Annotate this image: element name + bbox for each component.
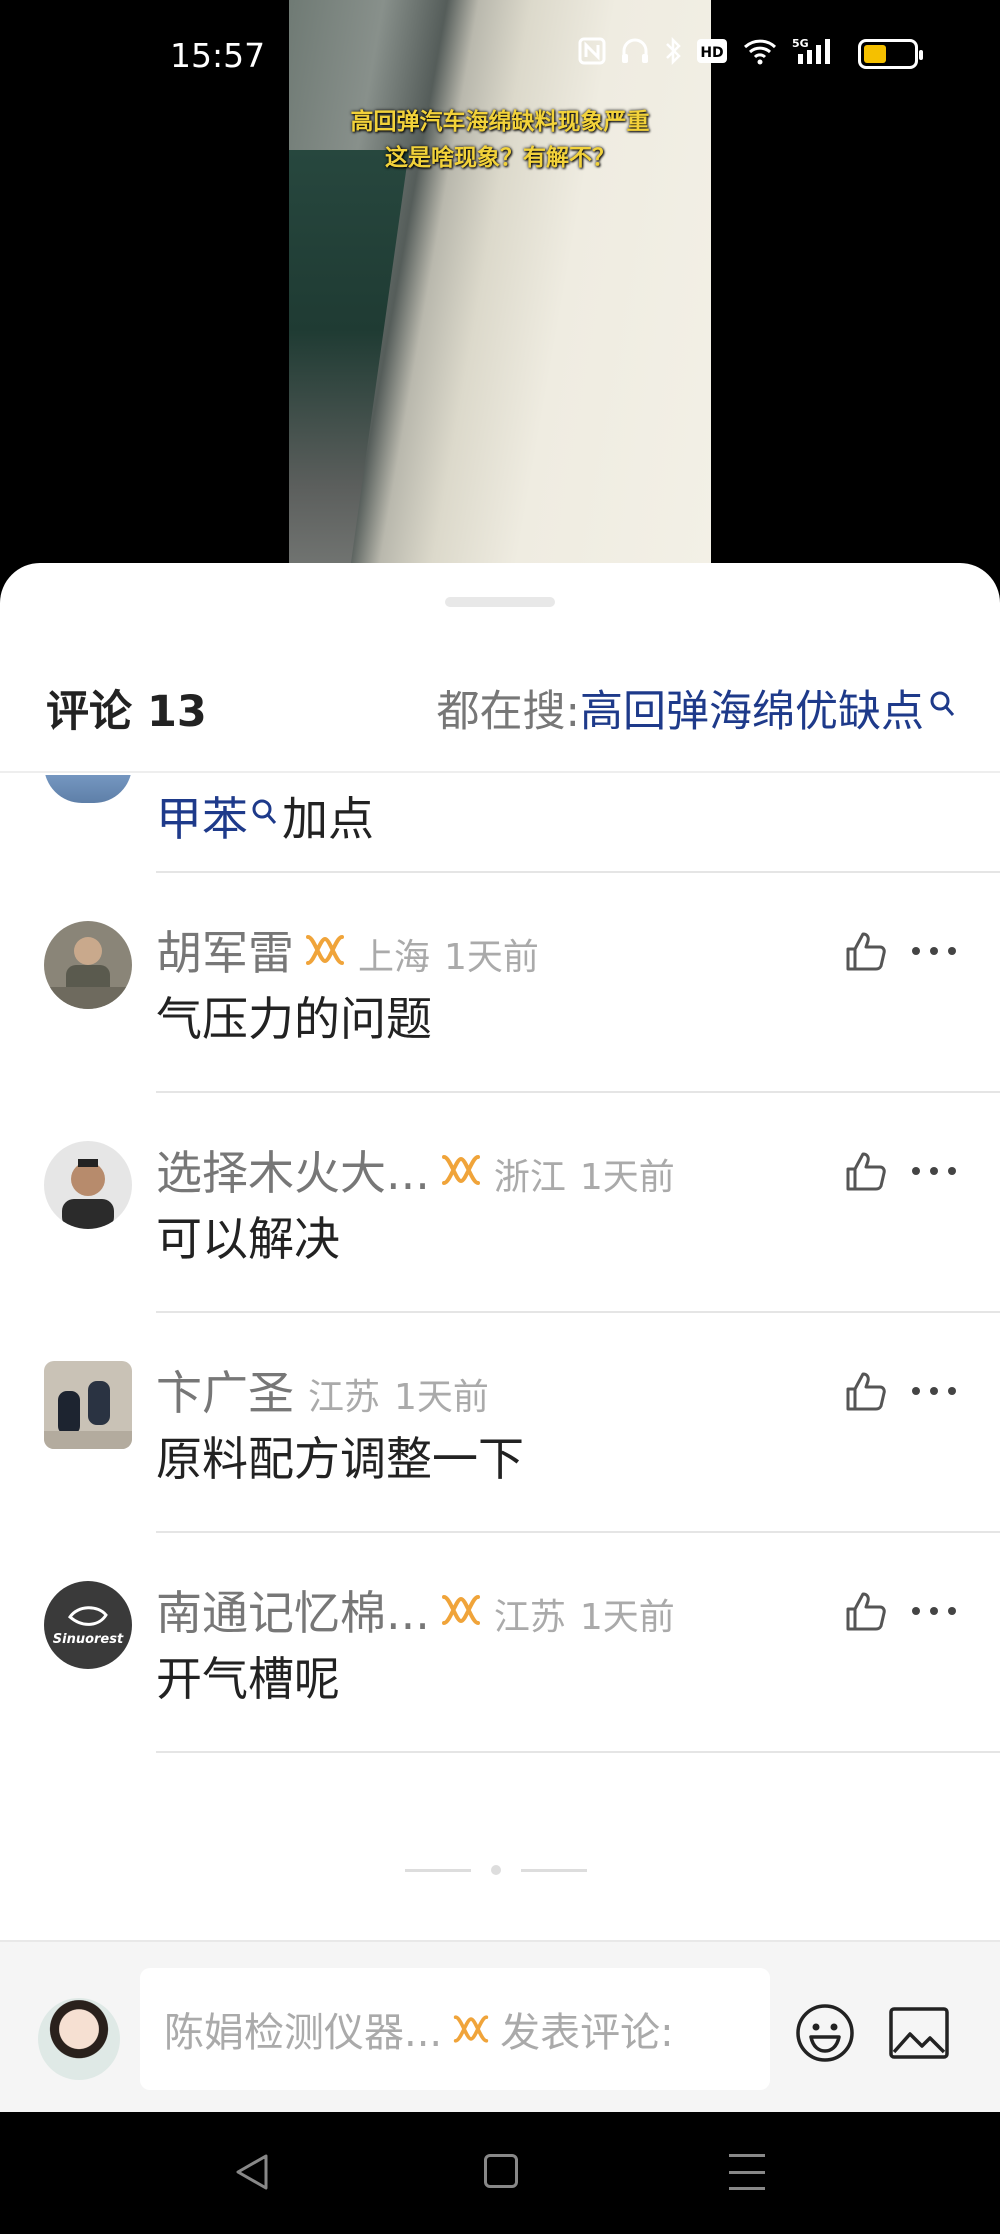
- comment-text: 可以解决: [156, 1212, 340, 1266]
- bluetooth-icon: [664, 36, 682, 72]
- comment-time: 1天前: [579, 1597, 675, 1638]
- commenter-name[interactable]: 选择木火大...: [156, 1137, 430, 1203]
- battery-icon: [858, 39, 923, 69]
- creator-badge-icon: [440, 1593, 482, 1627]
- like-icon[interactable]: [844, 1149, 888, 1193]
- comment-location: 江苏: [493, 1597, 566, 1638]
- divider: [156, 1751, 1000, 1753]
- like-icon[interactable]: [844, 1589, 888, 1633]
- comment-item[interactable]: 卞广圣 江苏 1天前 原料配方调整一下: [0, 1313, 1000, 1533]
- system-nav-bar: [0, 2112, 1000, 2234]
- drag-handle[interactable]: [445, 597, 555, 607]
- video-caption-line2: 这是啥现象？有解不？: [385, 145, 615, 171]
- trending-search-link[interactable]: 都在搜: 高回弹海绵优缺点: [437, 677, 957, 739]
- comment-meta: 南通记忆棉... 江苏 1天前: [156, 1577, 675, 1643]
- comment-meta: 选择木火大... 浙江 1天前: [156, 1137, 675, 1203]
- comment-text: 原料配方调整一下: [156, 1432, 524, 1486]
- trending-search-term[interactable]: 高回弹海绵优缺点: [580, 677, 924, 739]
- avatar[interactable]: [44, 921, 132, 1009]
- comment-text: 甲苯 加点: [156, 783, 374, 849]
- commenter-name[interactable]: 南通记忆棉...: [156, 1577, 430, 1643]
- end-of-list-indicator: [405, 1865, 587, 1875]
- comment-item[interactable]: 选择木火大... 浙江 1天前 可以解决: [0, 1093, 1000, 1313]
- creator-badge-icon: [440, 1153, 482, 1187]
- 5g-signal-icon: 5G: [792, 36, 836, 72]
- like-icon[interactable]: [844, 929, 888, 973]
- avatar[interactable]: [44, 775, 132, 803]
- search-icon: [930, 690, 956, 726]
- comment-meta: 胡军雷 上海 1天前: [156, 917, 539, 983]
- commenter-name[interactable]: 卞广圣: [156, 1357, 294, 1423]
- more-options-icon[interactable]: [912, 929, 956, 973]
- comment-input[interactable]: 陈娟检测仪器... 发表评论:: [140, 1968, 770, 2090]
- comment-location: 浙江: [493, 1157, 566, 1198]
- hd-icon: HD: [696, 38, 728, 70]
- status-bar: 15:57 HD 5G: [0, 0, 1000, 110]
- video-caption: 高回弹汽车海绵缺料现象严重 这是啥现象？有解不？: [289, 104, 711, 176]
- image-icon[interactable]: [888, 2006, 950, 2060]
- wifi-icon: [742, 37, 778, 71]
- comment-search-keyword[interactable]: 甲苯: [156, 783, 248, 849]
- comment-count-title: 评论 13: [46, 687, 207, 737]
- comment-item[interactable]: Sinuorest 南通记忆棉... 江苏 1天前 开气槽呢: [0, 1533, 1000, 1753]
- search-icon: [252, 798, 278, 834]
- more-options-icon[interactable]: [912, 1589, 956, 1633]
- comment-text: 开气槽呢: [156, 1652, 340, 1706]
- comment-header: 评论 13 都在搜: 高回弹海绵优缺点: [0, 663, 1000, 773]
- recent-apps-icon[interactable]: [729, 2154, 765, 2190]
- svg-text:5G: 5G: [792, 37, 809, 50]
- nfc-icon: [578, 37, 606, 71]
- comment-text-rest: 加点: [282, 792, 374, 846]
- headphones-icon: [620, 37, 650, 71]
- comment-meta: 卞广圣 江苏 1天前: [156, 1357, 489, 1423]
- avatar[interactable]: [44, 1141, 132, 1229]
- like-icon[interactable]: [844, 1369, 888, 1413]
- status-time: 15:57: [170, 36, 266, 75]
- comment-text: 气压力的问题: [156, 992, 432, 1046]
- more-options-icon[interactable]: [912, 1149, 956, 1193]
- creator-badge-icon: [304, 933, 346, 967]
- comment-item[interactable]: 胡军雷 上海 1天前 气压力的问题: [0, 873, 1000, 1093]
- comment-input-bar: 陈娟检测仪器... 发表评论:: [0, 1940, 1000, 2112]
- comment-time: 1天前: [444, 937, 539, 978]
- comment-location: 上海: [358, 937, 431, 978]
- comment-time: 1天前: [394, 1377, 489, 1418]
- comment-input-placeholder: 发表评论:: [500, 2010, 674, 2056]
- status-icons: HD 5G: [578, 36, 923, 72]
- comment-sheet: 评论 13 都在搜: 高回弹海绵优缺点 甲苯 加点 胡军雷 上海 1天前 气压力…: [0, 563, 1000, 2112]
- comment-list[interactable]: 甲苯 加点 胡军雷 上海 1天前 气压力的问题 选择木火大... 浙江 1天前 …: [0, 775, 1000, 2112]
- my-user-name: 陈娟检测仪器...: [164, 2010, 443, 2056]
- emoji-icon[interactable]: [794, 2002, 856, 2064]
- my-avatar[interactable]: [38, 1998, 120, 2080]
- more-options-icon[interactable]: [912, 1369, 956, 1413]
- avatar[interactable]: [44, 1361, 132, 1449]
- svg-text:HD: HD: [700, 45, 723, 61]
- avatar[interactable]: Sinuorest: [44, 1581, 132, 1669]
- trending-search-label: 都在搜:: [436, 687, 581, 737]
- comment-time: 1天前: [579, 1157, 675, 1198]
- comment-location: 江苏: [308, 1377, 381, 1418]
- back-icon[interactable]: [232, 2150, 272, 2194]
- home-icon[interactable]: [484, 2154, 518, 2188]
- creator-badge-icon: [452, 2013, 490, 2045]
- video-background: [289, 150, 409, 600]
- commenter-name[interactable]: 胡军雷: [156, 917, 294, 983]
- svg-text:Sinuorest: Sinuorest: [53, 1632, 124, 1647]
